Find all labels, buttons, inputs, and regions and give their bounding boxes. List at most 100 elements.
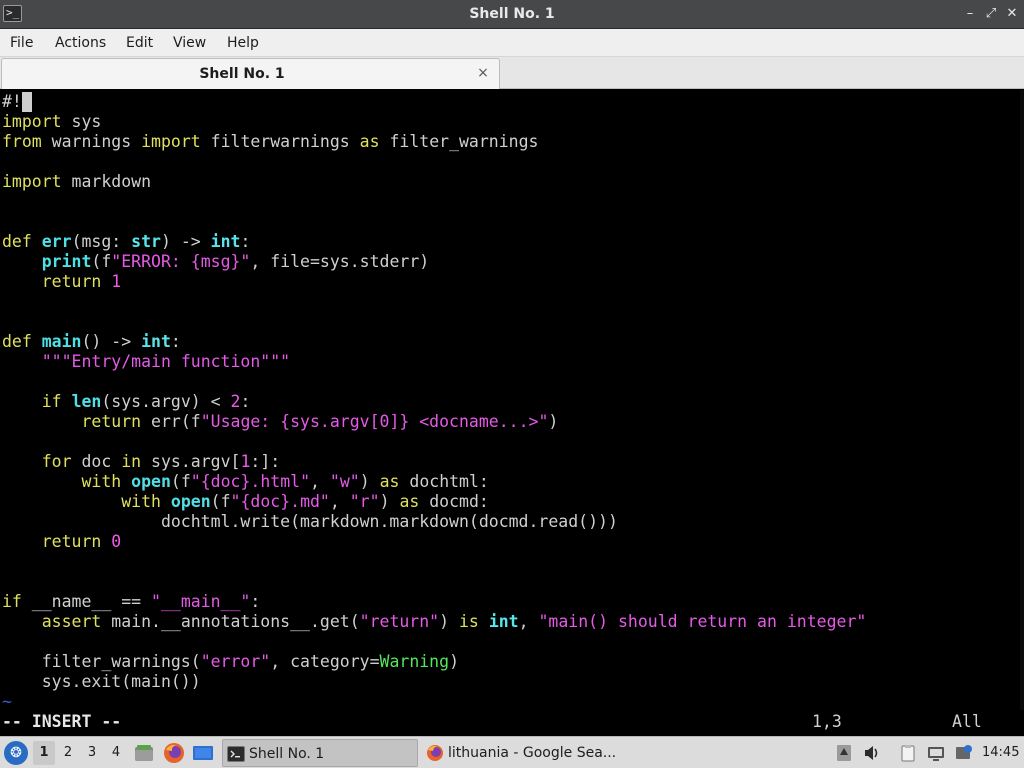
window-title: Shell No. 1 <box>469 6 555 22</box>
code-token: "error" <box>200 652 271 671</box>
code-line: from warnings import filterwarnings as f… <box>2 132 538 152</box>
code-token: str <box>131 232 161 251</box>
task-label: Shell No. 1 <box>249 746 325 762</box>
code-token: as <box>379 472 400 491</box>
code-token: #! <box>2 92 22 111</box>
code-token: ) <box>439 612 459 631</box>
code-token: () -> <box>81 332 142 351</box>
code-token: as <box>359 132 380 151</box>
cursor-position: 1,3 <box>812 712 842 731</box>
tab-label: Shell No. 1 <box>199 66 285 82</box>
code-token: 0 <box>111 532 122 551</box>
code-token: sys.exit(main()) <box>2 672 201 691</box>
code-token: : <box>240 392 251 411</box>
code-line: return 1 <box>2 272 121 292</box>
workspace-4[interactable]: 4 <box>105 741 127 765</box>
file-manager-icon[interactable] <box>133 742 155 764</box>
code-token: (sys.argv) < <box>101 392 231 411</box>
desktop-icon[interactable] <box>192 742 214 764</box>
network-icon[interactable] <box>834 743 854 763</box>
code-token: assert <box>41 612 102 631</box>
workspace-3[interactable]: 3 <box>81 741 103 765</box>
firefox-launcher-icon[interactable] <box>163 742 185 764</box>
code-token: filter_warnings( <box>2 652 201 671</box>
code-line: def main() -> int: <box>2 332 181 352</box>
tab-close-icon[interactable]: × <box>475 65 491 81</box>
code-token: import <box>141 132 201 151</box>
task-label: lithuania - Google Sea... <box>448 745 617 761</box>
menu-help[interactable]: Help <box>227 29 259 57</box>
code-line: return 0 <box>2 532 121 552</box>
code-token: return <box>81 412 142 431</box>
code-token: (f <box>170 472 191 491</box>
task-firefox[interactable]: lithuania - Google Sea... <box>422 739 618 767</box>
display-icon[interactable] <box>926 743 946 763</box>
menu-edit[interactable]: Edit <box>126 29 153 57</box>
code-line: for doc in sys.argv[1:]: <box>2 452 280 472</box>
minimize-icon[interactable]: – <box>962 6 978 22</box>
code-token: "return" <box>359 612 440 631</box>
code-token: doc <box>71 452 122 471</box>
code-token: return <box>41 272 102 291</box>
menu-actions[interactable]: Actions <box>55 29 106 57</box>
code-token: from <box>2 132 42 151</box>
code-token: int <box>210 232 241 251</box>
volume-icon[interactable] <box>862 743 882 763</box>
code-line: sys.exit(main()) <box>2 672 201 692</box>
clipboard-icon[interactable] <box>898 743 918 763</box>
code-token: sys <box>61 112 102 131</box>
workspace-1[interactable]: 1 <box>33 741 55 765</box>
code-token: "r" <box>349 492 380 511</box>
code-token: : <box>170 332 181 351</box>
code-token: int <box>141 332 171 351</box>
code-token: ) <box>548 412 559 431</box>
code-token: , file=sys.stderr) <box>250 252 430 271</box>
code-line: ~ <box>2 692 12 712</box>
code-line: #! <box>2 92 32 112</box>
code-line: with open(f"{doc}.html", "w") as dochtml… <box>2 472 489 492</box>
code-token: if <box>41 392 62 411</box>
terminal-scrollbar[interactable] <box>1020 90 1024 710</box>
close-icon[interactable]: ✕ <box>1004 6 1020 22</box>
code-token: (msg: <box>71 232 132 251</box>
code-token: return <box>41 532 102 551</box>
clock: 14:45 <box>982 745 1020 760</box>
workspace-2[interactable]: 2 <box>57 741 79 765</box>
maximize-icon[interactable]: ⤢ <box>983 6 999 22</box>
code-token: __name__ == <box>21 592 152 611</box>
code-token: import <box>2 112 62 131</box>
task-shell[interactable]: Shell No. 1 <box>222 739 418 767</box>
update-notifier-icon[interactable] <box>954 743 974 763</box>
tab-shell-1[interactable]: Shell No. 1 × <box>1 58 500 89</box>
code-line: import markdown <box>2 172 151 192</box>
code-token: is <box>459 612 479 631</box>
code-token: for <box>41 452 72 471</box>
menu-view[interactable]: View <box>173 29 206 57</box>
code-line: """Entry/main function""" <box>2 352 290 372</box>
code-line: return err(f"Usage: {sys.argv[0]} <docna… <box>2 412 558 432</box>
terminal-view[interactable]: #! import sys from warnings import filterw… <box>0 90 1024 736</box>
code-token: 2 <box>230 392 241 411</box>
menu-file[interactable]: File <box>10 29 33 57</box>
code-line: assert main.__annotations__.get("return"… <box>2 612 867 632</box>
code-token: (f <box>210 492 231 511</box>
code-token: ) <box>379 492 400 511</box>
code-token: Warning <box>379 652 450 671</box>
code-token: if <box>2 592 22 611</box>
code-token: markdown <box>61 172 152 191</box>
code-token: "Usage: {sys.argv[0]} <docname...>" <box>200 412 549 431</box>
code-token: dochtml: <box>399 472 489 491</box>
code-token: open <box>131 472 171 491</box>
start-menu-icon[interactable]: ❂ <box>4 741 28 765</box>
code-token: "w" <box>329 472 360 491</box>
